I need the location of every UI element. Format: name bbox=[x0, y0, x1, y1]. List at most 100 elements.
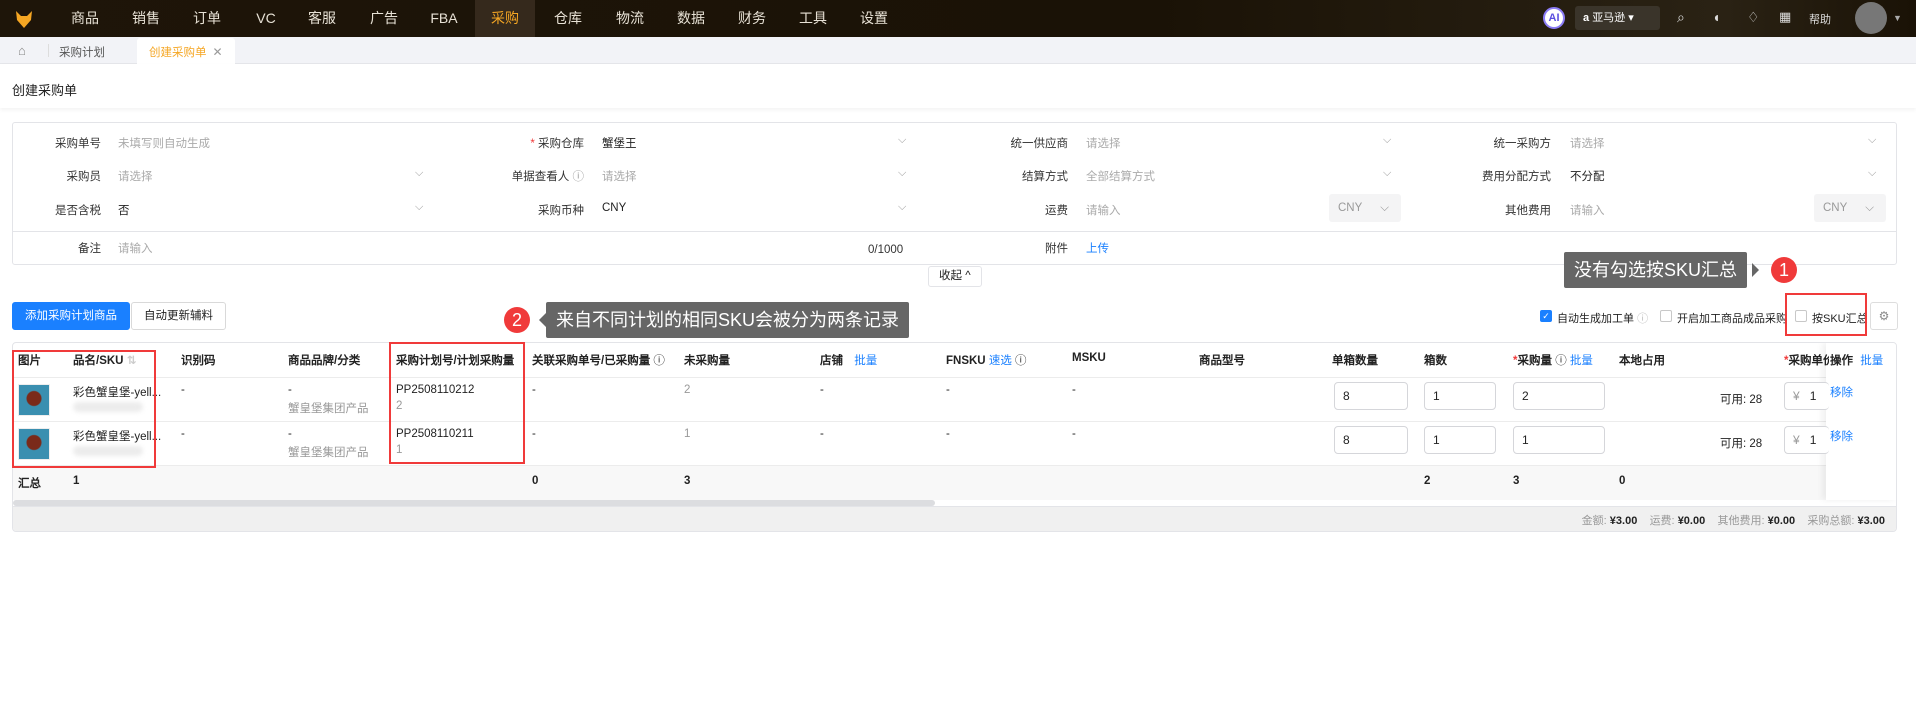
nav-item-warehouse[interactable]: 仓库 bbox=[545, 0, 591, 37]
chevron-down-icon[interactable]: ⌵ bbox=[1383, 134, 1391, 147]
nav-item-vc[interactable]: VC bbox=[243, 0, 289, 37]
ops-batch-link[interactable]: 批量 bbox=[1860, 355, 1883, 367]
boxes-input[interactable]: 1 bbox=[1424, 426, 1496, 454]
remark-counter: 0/1000 bbox=[868, 244, 904, 256]
chevron-down-icon[interactable]: ⌵ bbox=[898, 167, 906, 180]
required-mark: * bbox=[530, 138, 535, 150]
currency-select[interactable]: CNY bbox=[602, 202, 626, 214]
ai-button[interactable]: AI bbox=[1543, 7, 1565, 29]
auto-work-order-checkbox[interactable]: ✓ bbox=[1540, 310, 1552, 322]
help-circle-icon[interactable]: ⓘ bbox=[573, 171, 585, 183]
price-input[interactable]: ¥ 1 bbox=[1784, 426, 1829, 454]
headset-icon[interactable]: ◖ bbox=[1712, 9, 1720, 25]
col-unpurchased: 未采购量 bbox=[684, 355, 730, 367]
finished-purchase-checkbox[interactable] bbox=[1660, 310, 1672, 322]
chevron-down-icon[interactable]: ⌵ bbox=[898, 201, 906, 214]
help-link[interactable]: 帮助 bbox=[1809, 11, 1831, 27]
per-box-input[interactable]: 8 bbox=[1334, 382, 1408, 410]
other-fee-currency-select[interactable]: CNY ⌵ bbox=[1814, 194, 1886, 222]
col-label: 采购单价 bbox=[1788, 355, 1829, 367]
tax-select[interactable]: 否 bbox=[118, 202, 130, 218]
remark-textarea[interactable]: 请输入 bbox=[118, 240, 153, 256]
search-icon[interactable]: ⌕ bbox=[1677, 9, 1685, 26]
viewer-select[interactable]: 请选择 bbox=[602, 168, 637, 184]
summary-related: 0 bbox=[532, 475, 539, 487]
auto-update-button[interactable]: 自动更新辅料 bbox=[131, 302, 226, 330]
nav-item-tools[interactable]: 工具 bbox=[790, 0, 836, 37]
remove-link[interactable]: 移除 bbox=[1830, 384, 1853, 400]
price-input[interactable]: ¥ 1 bbox=[1784, 382, 1829, 410]
chevron-down-icon[interactable]: ⌵ bbox=[415, 167, 423, 180]
totals-bar: 金额: ¥3.00 运费: ¥0.00 其他费用: ¥0.00 采购总额: ¥3… bbox=[1582, 512, 1885, 528]
warehouse-select[interactable]: 蟹堡王 bbox=[602, 135, 637, 151]
buyer-select[interactable]: 请选择 bbox=[118, 168, 153, 184]
qty-batch-link[interactable]: 批量 bbox=[1570, 355, 1593, 367]
help-circle-icon[interactable]: ⓘ bbox=[1555, 355, 1567, 367]
add-plan-goods-button[interactable]: 添加采购计划商品 bbox=[12, 302, 130, 330]
order-no-input[interactable]: 未填写则自动生成 bbox=[118, 135, 210, 151]
home-icon[interactable]: ⌂ bbox=[18, 43, 26, 58]
nav-item-goods[interactable]: 商品 bbox=[62, 0, 108, 37]
goods-table bbox=[12, 342, 1897, 532]
upload-link[interactable]: 上传 bbox=[1086, 240, 1109, 256]
summary-label: 汇总 bbox=[18, 478, 41, 490]
buyer-party-select[interactable]: 请选择 bbox=[1570, 135, 1605, 151]
shop-batch-link[interactable]: 批量 bbox=[854, 355, 877, 367]
other-total-label: 其他费用: bbox=[1717, 515, 1765, 527]
chevron-down-icon[interactable]: ⌵ bbox=[1868, 167, 1876, 180]
other-fee-input[interactable]: 请输入 bbox=[1570, 202, 1605, 218]
nav-item-orders[interactable]: 订单 bbox=[184, 0, 230, 37]
chevron-down-icon[interactable]: ⌵ bbox=[415, 201, 423, 214]
help-circle-icon[interactable]: ⓘ bbox=[653, 355, 665, 367]
nav-item-service[interactable]: 客服 bbox=[299, 0, 345, 37]
fox-logo-icon[interactable] bbox=[14, 9, 34, 29]
chevron-up-icon: ^ bbox=[965, 270, 971, 282]
nav-item-logistics[interactable]: 物流 bbox=[607, 0, 653, 37]
freight-input[interactable]: 请输入 bbox=[1086, 202, 1121, 218]
freight-total-label: 运费: bbox=[1649, 515, 1675, 527]
platform-selector[interactable]: a 亚马逊 ▾ bbox=[1575, 6, 1660, 30]
per-box-input[interactable]: 8 bbox=[1334, 426, 1408, 454]
nav-item-ads[interactable]: 广告 bbox=[361, 0, 407, 37]
annotation-tooltip-1: 没有勾选按SKU汇总 bbox=[1564, 252, 1748, 288]
chevron-down-icon[interactable]: ⌵ bbox=[1383, 167, 1391, 180]
qty-input[interactable]: 2 bbox=[1513, 382, 1605, 410]
caret-down-icon[interactable]: ▼ bbox=[1893, 13, 1902, 23]
avatar[interactable] bbox=[1855, 2, 1887, 34]
remove-link[interactable]: 移除 bbox=[1830, 428, 1853, 444]
nav-item-finance[interactable]: 财务 bbox=[729, 0, 775, 37]
nav-item-sales[interactable]: 销售 bbox=[123, 0, 169, 37]
cost-alloc-select[interactable]: 不分配 bbox=[1570, 168, 1605, 184]
fnsku-quick-link[interactable]: 速选 bbox=[989, 355, 1012, 367]
summary-boxes: 2 bbox=[1424, 475, 1431, 487]
grid-apps-icon[interactable]: ▦ bbox=[1779, 9, 1791, 25]
supplier-select[interactable]: 请选择 bbox=[1086, 135, 1121, 151]
tab-create-order[interactable]: 创建采购单 ✕ bbox=[137, 38, 235, 64]
settings-gear-icon[interactable]: ⚙ bbox=[1870, 302, 1898, 330]
fnsku: - bbox=[946, 428, 950, 440]
tab-purchase-plan[interactable]: 采购计划 bbox=[59, 44, 105, 60]
settlement-select[interactable]: 全部结算方式 bbox=[1086, 168, 1155, 184]
qty-input[interactable]: 1 bbox=[1513, 426, 1605, 454]
chevron-down-icon[interactable]: ⌵ bbox=[1868, 134, 1876, 147]
help-circle-icon[interactable]: ⓘ bbox=[1637, 313, 1648, 325]
help-circle-icon[interactable]: ⓘ bbox=[1015, 355, 1027, 367]
currency-label: 采购币种 bbox=[538, 205, 584, 217]
available-stock: 可用: 28 bbox=[1720, 394, 1763, 406]
freight-currency-select[interactable]: CNY ⌵ bbox=[1329, 194, 1401, 222]
annotation-number-2: 2 bbox=[504, 307, 530, 333]
bell-icon[interactable]: ♢ bbox=[1747, 9, 1760, 26]
cost-alloc-label: 费用分配方式 bbox=[1482, 171, 1551, 183]
close-icon[interactable]: ✕ bbox=[213, 45, 223, 59]
grand-total-value: ¥3.00 bbox=[1857, 515, 1885, 527]
boxes-input[interactable]: 1 bbox=[1424, 382, 1496, 410]
chevron-down-icon[interactable]: ⌵ bbox=[898, 134, 906, 147]
nav-item-purchase[interactable]: 采购 bbox=[475, 0, 535, 37]
col-msku: MSKU bbox=[1072, 352, 1106, 364]
collapse-button[interactable]: 收起 ^ bbox=[928, 266, 982, 287]
price-value: 1 bbox=[1809, 389, 1817, 403]
nav-item-settings[interactable]: 设置 bbox=[851, 0, 897, 37]
nav-item-fba[interactable]: FBA bbox=[421, 0, 467, 37]
summary-unpurchased: 3 bbox=[684, 475, 691, 487]
nav-item-data[interactable]: 数据 bbox=[668, 0, 714, 37]
